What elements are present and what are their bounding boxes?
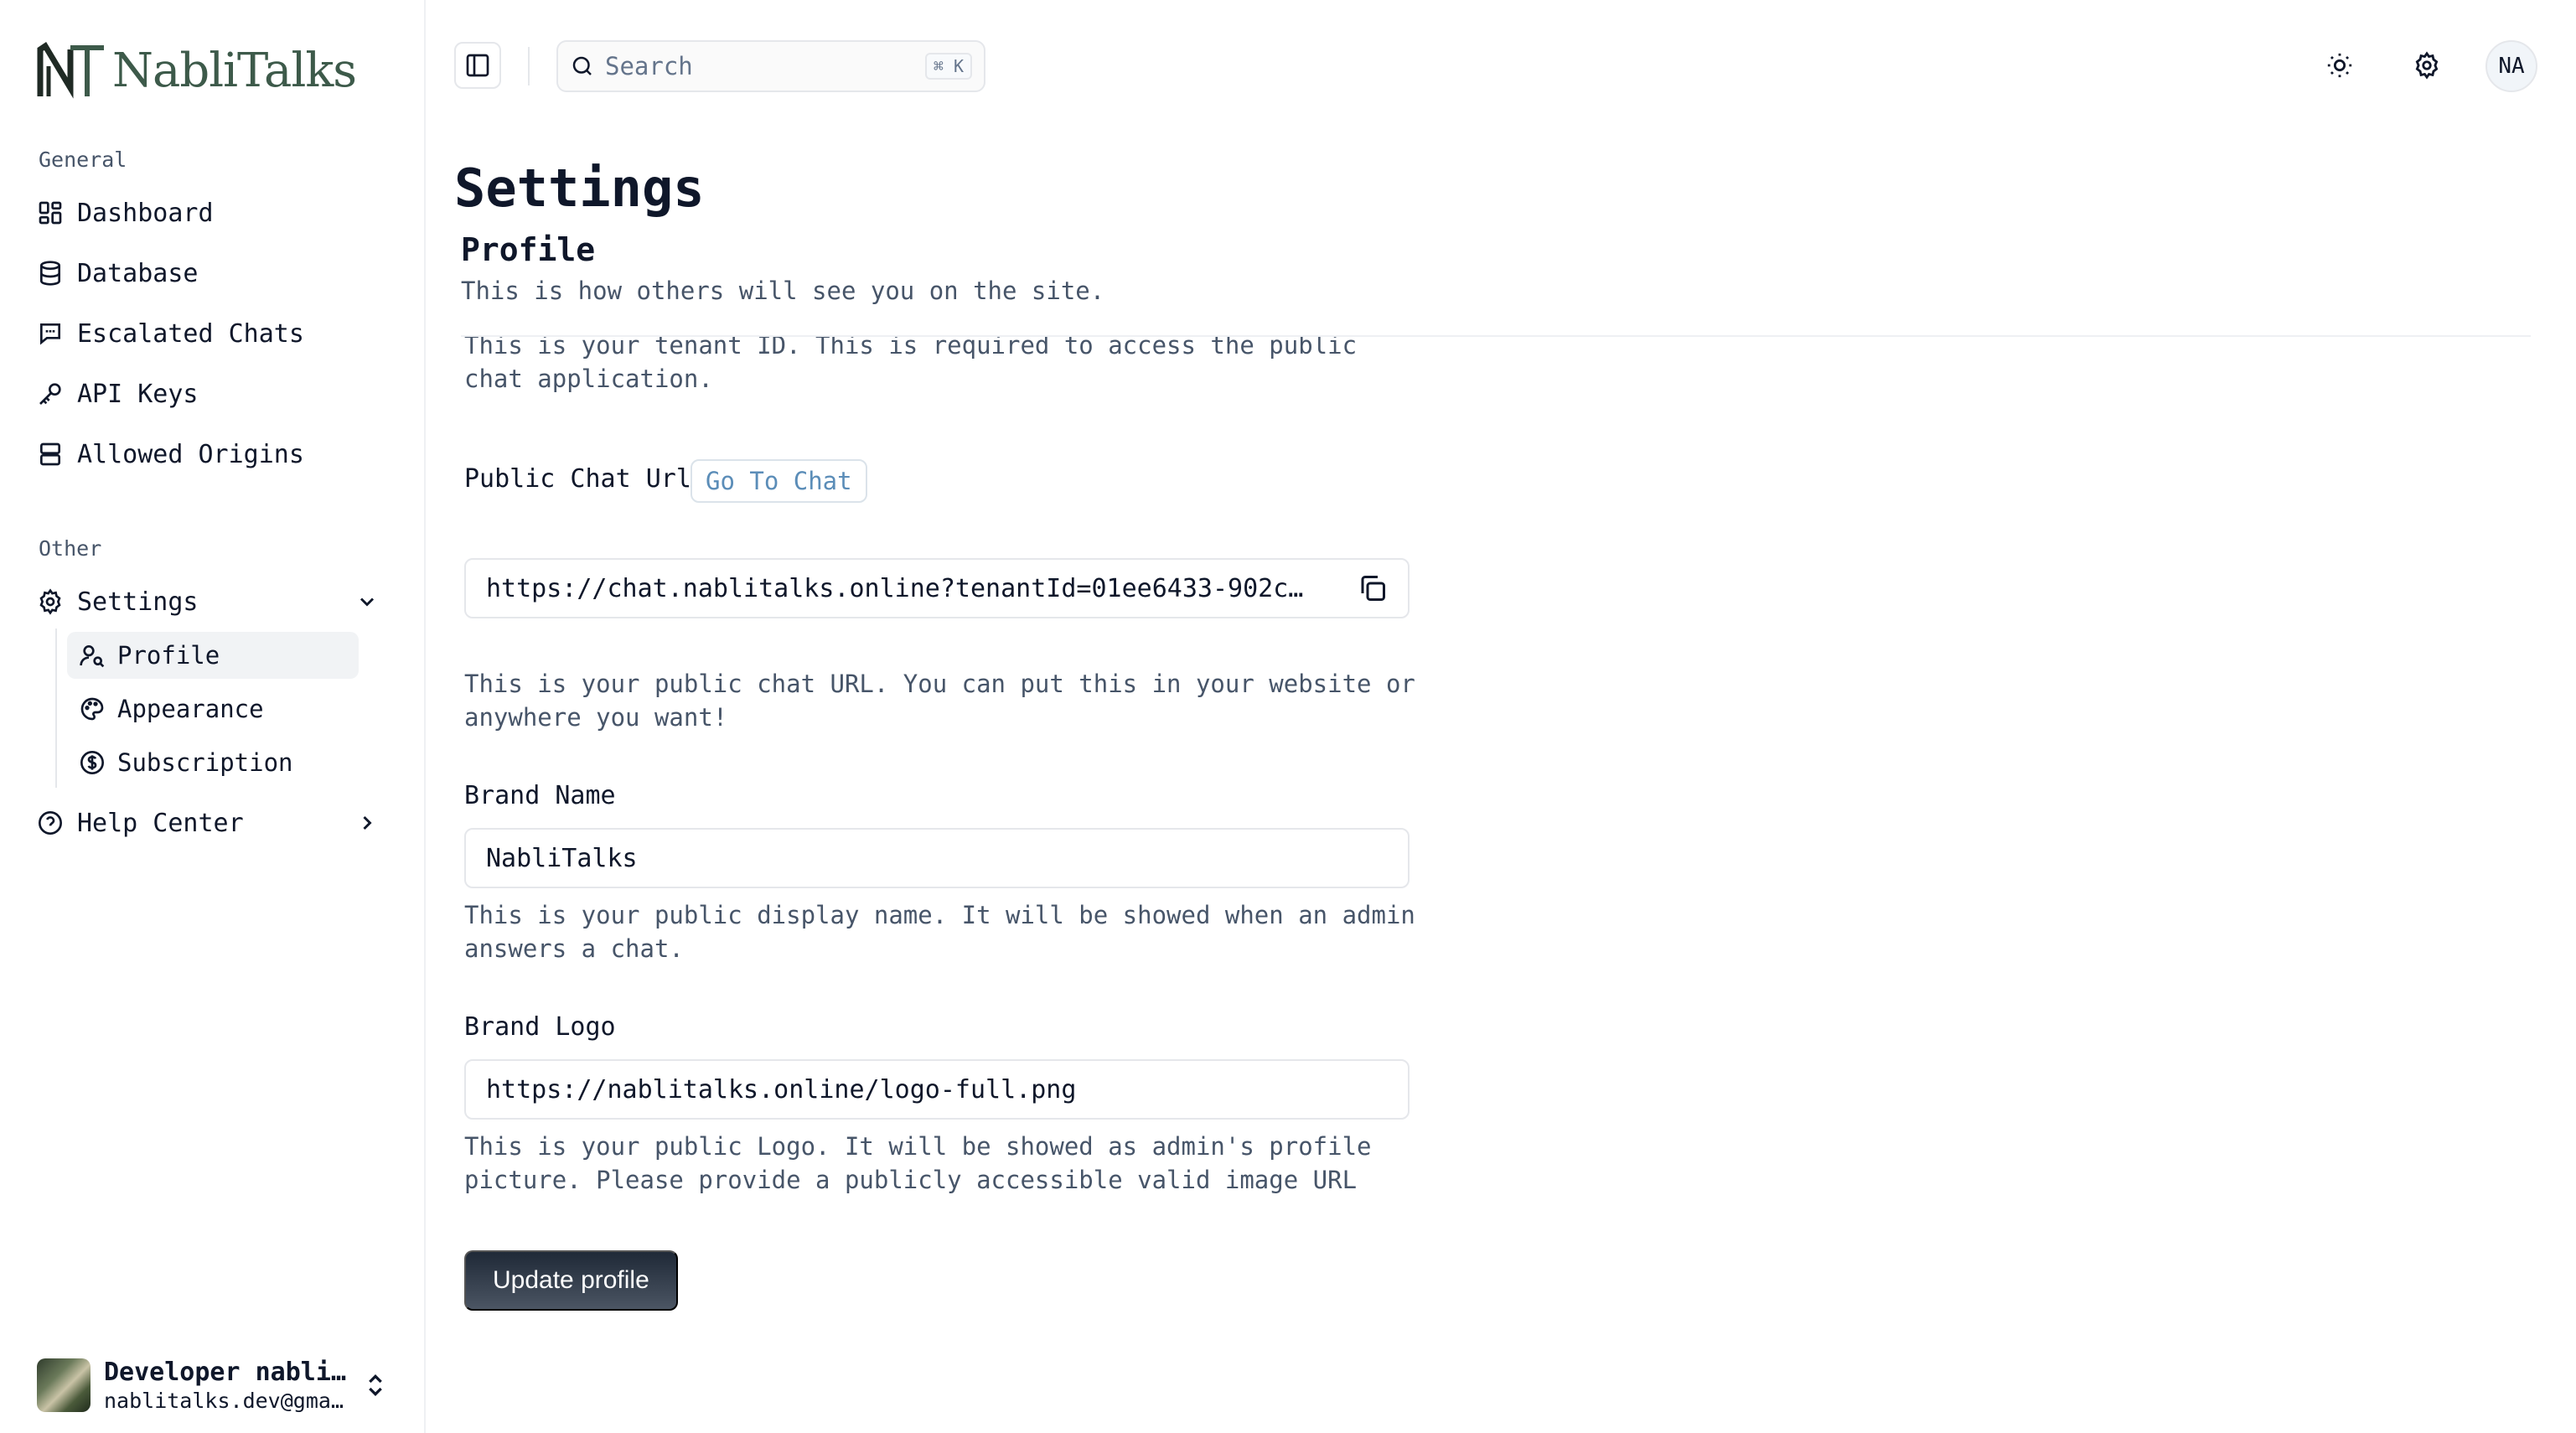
sidebar-item-escalated-chats[interactable]: Escalated Chats xyxy=(37,310,389,357)
brand-logo[interactable]: NabliTalks xyxy=(37,37,357,104)
sidebar-subitem-label: Profile xyxy=(117,641,220,670)
page-title: Settings xyxy=(454,158,705,219)
user-icon xyxy=(80,645,105,668)
settings-button[interactable] xyxy=(2407,45,2447,85)
chevrons-up-down-icon xyxy=(369,1374,382,1397)
theme-toggle-button[interactable] xyxy=(2320,45,2360,85)
brand-name-help-text: This is your public display name. It wil… xyxy=(464,901,1415,963)
database-icon xyxy=(40,261,60,286)
sidebar-item-api-keys[interactable]: API Keys xyxy=(37,370,389,417)
panel-left-icon xyxy=(466,54,489,77)
user-email: nablitalks.dev@gmail.com xyxy=(104,1389,347,1413)
chevron-down-icon xyxy=(360,598,375,607)
brand-logo-help-text: This is your public Logo. It will be sho… xyxy=(464,1132,1372,1194)
sidebar-item-label: Escalated Chats xyxy=(77,318,304,349)
sun-icon xyxy=(2327,53,2352,78)
public-chat-url-help-text: This is your public chat URL. You can pu… xyxy=(464,670,1415,732)
search-input[interactable]: Search ⌘ K xyxy=(556,40,985,92)
profile-avatar-button[interactable]: NA xyxy=(2485,40,2537,92)
user-account-switcher[interactable]: Developer nablitalks nablitalks.dev@gmai… xyxy=(37,1354,389,1416)
sidebar-item-label: Dashboard xyxy=(77,198,214,228)
brand-logo-label: Brand Logo xyxy=(464,1012,616,1042)
public-chat-url-label: Public Chat Url xyxy=(464,464,691,494)
brand-name-input[interactable]: NabliTalks xyxy=(464,828,1410,888)
header-divider xyxy=(528,47,530,85)
server-icon xyxy=(40,442,60,466)
user-name: Developer nablitalks xyxy=(104,1358,347,1387)
section-title: Profile xyxy=(461,231,596,268)
sidebar-subitem-label: Appearance xyxy=(117,695,264,723)
sidebar-item-label: Allowed Origins xyxy=(77,439,304,469)
brand-logo-value: https://nablitalks.online/logo-full.png xyxy=(486,1074,1077,1104)
sidebar-subitem-appearance[interactable]: Appearance xyxy=(67,685,359,732)
sidebar-subitem-label: Subscription xyxy=(117,748,293,777)
search-shortcut-badge: ⌘ K xyxy=(924,53,972,80)
sidebar-item-label: Settings xyxy=(77,587,199,617)
dollar-icon xyxy=(80,751,104,774)
gear-icon xyxy=(2415,51,2439,80)
sidebar-item-dashboard[interactable]: Dashboard xyxy=(37,189,389,236)
brand-name-label: Brand Name xyxy=(464,781,616,810)
key-icon xyxy=(39,383,61,405)
update-profile-button[interactable]: Update profile xyxy=(464,1250,678,1311)
tenant-id-help-text: This is your tenant ID. This is required… xyxy=(464,337,1358,393)
dashboard-icon xyxy=(39,201,62,225)
sidebar-subitem-profile[interactable]: Profile xyxy=(67,632,359,679)
search-icon xyxy=(572,56,592,75)
copy-icon[interactable] xyxy=(1358,573,1388,603)
profile-form-scroll-area[interactable]: This is your tenant ID. This is required… xyxy=(461,337,1466,1433)
user-avatar xyxy=(37,1358,91,1412)
chat-icon xyxy=(40,323,60,345)
sidebar-item-help-center[interactable]: Help Center xyxy=(37,799,389,846)
sidebar: NabliTalks General Dashboard Database Es… xyxy=(0,0,426,1433)
brand-logo-input[interactable]: https://nablitalks.online/logo-full.png xyxy=(464,1059,1410,1120)
brand-name-value: NabliTalks xyxy=(486,843,638,873)
submenu-guide-line xyxy=(55,629,57,788)
palette-icon xyxy=(80,697,104,721)
search-placeholder: Search xyxy=(605,52,693,80)
sidebar-subitem-subscription[interactable]: Subscription xyxy=(67,739,359,786)
sidebar-item-label: Help Center xyxy=(77,808,244,838)
brand-logo-mark-icon xyxy=(37,42,104,99)
sidebar-item-label: Database xyxy=(77,258,199,288)
chevron-right-icon xyxy=(363,815,372,830)
help-circle-icon xyxy=(39,811,62,835)
nav-group-other-label: Other xyxy=(39,536,102,561)
nav-group-general-label: General xyxy=(39,147,127,172)
go-to-chat-link[interactable]: Go To Chat xyxy=(691,459,867,503)
sidebar-item-allowed-origins[interactable]: Allowed Origins xyxy=(37,431,389,478)
brand-name: NabliTalks xyxy=(112,43,357,98)
section-description: This is how others will see you on the s… xyxy=(461,277,1105,305)
public-chat-url-field: https://chat.nablitalks.online?tenantId=… xyxy=(464,558,1410,618)
sidebar-item-label: API Keys xyxy=(77,379,199,409)
sidebar-toggle-button[interactable] xyxy=(454,42,501,89)
sidebar-item-settings[interactable]: Settings xyxy=(37,578,389,625)
sidebar-item-database[interactable]: Database xyxy=(37,250,389,297)
public-chat-url-value: https://chat.nablitalks.online?tenantId=… xyxy=(486,573,1307,603)
gear-icon xyxy=(39,588,61,615)
